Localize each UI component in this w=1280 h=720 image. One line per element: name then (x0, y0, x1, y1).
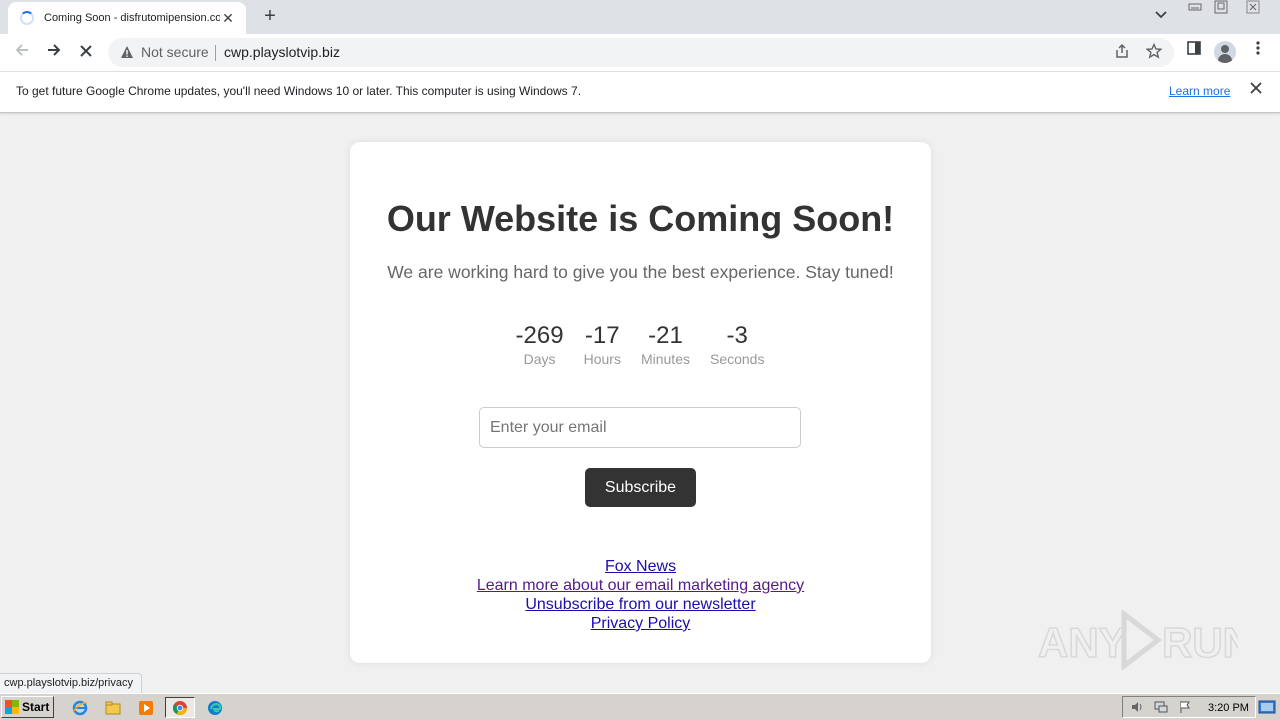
subscribe-button[interactable]: Subscribe (585, 468, 696, 507)
countdown-seconds-value: -3 (726, 322, 748, 349)
start-label: Start (22, 700, 50, 714)
countdown-minutes-label: Minutes (640, 351, 690, 367)
menu-kebab-icon[interactable] (1246, 40, 1270, 64)
svg-text:RUN: RUN (1162, 619, 1238, 666)
countdown-seconds: -3 Seconds (700, 322, 774, 368)
windows-taskbar: Start 3:20 PM (0, 693, 1280, 720)
countdown-days: -269 Days (506, 322, 574, 368)
stop-loading-button[interactable] (74, 40, 98, 64)
warning-icon[interactable] (120, 45, 134, 59)
fox-news-link[interactable]: Fox News (350, 557, 931, 576)
infobar-message: To get future Google Chrome updates, you… (16, 84, 582, 98)
restore-button[interactable] (1208, 0, 1234, 20)
share-icon[interactable] (1112, 43, 1132, 63)
countdown-minutes-value: -21 (648, 322, 683, 349)
countdown-timer: -269 Days -17 Hours -21 Minutes -3 Secon… (510, 322, 770, 368)
link-status-bar: cwp.playslotvip.biz/privacy (0, 673, 142, 693)
address-bar[interactable]: Not secure cwp.playslotvip.biz (108, 38, 1174, 67)
forward-button[interactable] (42, 40, 66, 64)
tab-strip: Coming Soon - disfrutomipension.com ✕ + (0, 0, 1280, 34)
media-player-icon[interactable] (135, 697, 157, 718)
url-text[interactable]: cwp.playslotvip.biz (224, 44, 340, 60)
tab-close-icon[interactable]: ✕ (220, 10, 236, 27)
volume-icon[interactable] (1129, 700, 1145, 716)
network-icon[interactable] (1153, 700, 1169, 716)
action-center-flag-icon[interactable] (1177, 700, 1193, 716)
countdown-minutes: -21 Minutes (631, 322, 700, 368)
window-close-button[interactable] (1240, 0, 1266, 20)
tab-search-chevron-icon[interactable] (1151, 8, 1171, 26)
countdown-days-value: -269 (515, 322, 564, 349)
loading-spinner-icon (20, 11, 34, 25)
unsubscribe-link[interactable]: Unsubscribe from our newsletter (350, 595, 931, 614)
browser-toolbar: Not secure cwp.playslotvip.biz (0, 34, 1280, 71)
page-title: Our Website is Coming Soon! (386, 198, 895, 239)
countdown-hours-value: -17 (584, 322, 620, 349)
file-explorer-icon[interactable] (102, 697, 124, 718)
countdown-seconds-label: Seconds (709, 351, 765, 367)
new-tab-button[interactable]: + (259, 5, 281, 27)
coming-soon-card: Our Website is Coming Soon! We are worki… (350, 142, 931, 663)
show-desktop-icon[interactable] (1258, 698, 1276, 716)
bookmark-star-icon[interactable] (1144, 42, 1164, 63)
back-button[interactable] (10, 40, 34, 64)
tab-title: Coming Soon - disfrutomipension.com (44, 12, 220, 24)
countdown-hours-label: Hours (583, 351, 621, 367)
email-marketing-agency-link[interactable]: Learn more about our email marketing age… (350, 576, 931, 595)
svg-text:ANY: ANY (1038, 619, 1127, 666)
infobar-close-icon[interactable] (1247, 81, 1265, 99)
email-input[interactable] (479, 407, 801, 448)
page-subtitle: We are working hard to give you the best… (387, 262, 894, 282)
countdown-hours: -17 Hours (574, 322, 631, 368)
anyrun-watermark-logo: ANY RUN (1038, 610, 1238, 670)
footer-links: Fox News Learn more about our email mark… (350, 557, 931, 633)
privacy-policy-link[interactable]: Privacy Policy (350, 614, 931, 633)
security-label[interactable]: Not secure (141, 44, 209, 60)
taskbar-clock[interactable]: 3:20 PM (1208, 702, 1249, 714)
edge-icon[interactable] (204, 697, 226, 718)
internet-explorer-icon[interactable] (69, 697, 91, 718)
chrome-taskbar-icon[interactable] (165, 697, 195, 718)
profile-avatar-icon[interactable] (1214, 41, 1236, 63)
update-infobar: To get future Google Chrome updates, you… (0, 71, 1280, 113)
countdown-days-label: Days (523, 351, 556, 367)
start-button[interactable]: Start (1, 696, 54, 718)
side-panel-icon[interactable] (1182, 40, 1206, 64)
learn-more-link[interactable]: Learn more (1169, 84, 1230, 98)
omnibox-divider (215, 45, 216, 61)
minimize-button[interactable] (1182, 0, 1208, 20)
browser-tab[interactable]: Coming Soon - disfrutomipension.com ✕ (8, 2, 246, 34)
windows-logo-icon (5, 700, 19, 714)
